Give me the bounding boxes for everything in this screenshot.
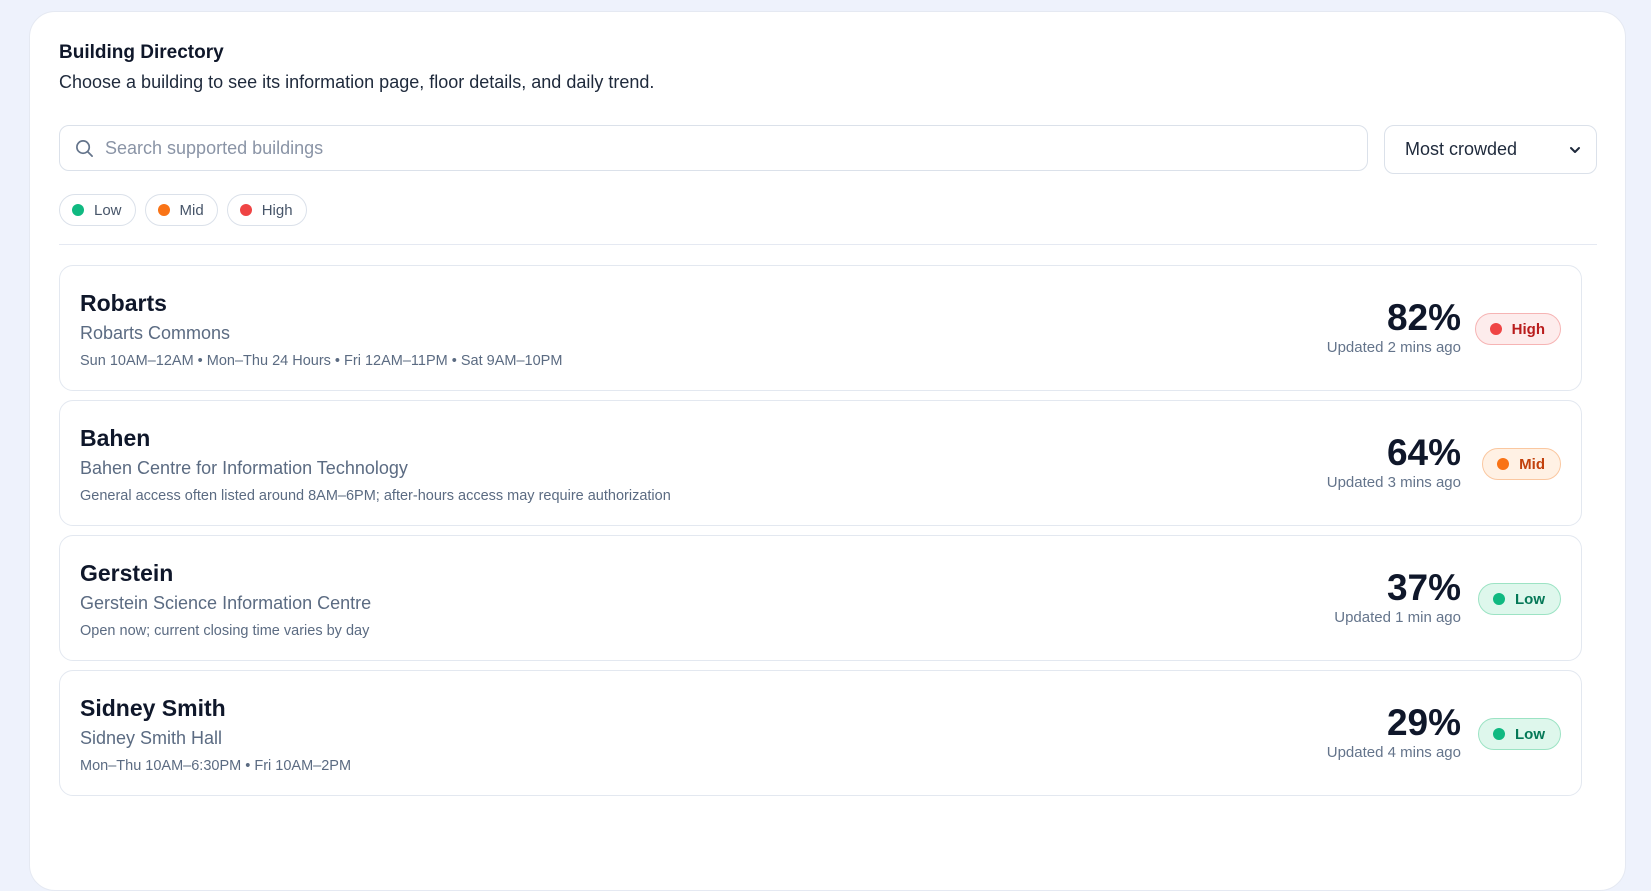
updated-time: Updated 2 mins ago bbox=[1326, 339, 1461, 356]
status-badge: Low bbox=[1478, 718, 1561, 750]
building-card-sidney-smith[interactable]: Sidney Smith Sidney Smith Hall Mon–Thu 1… bbox=[59, 670, 1582, 796]
legend-chip-low[interactable]: Low bbox=[59, 194, 136, 226]
updated-time: Updated 4 mins ago bbox=[1326, 744, 1461, 761]
occupancy-percent: 82% bbox=[1386, 297, 1461, 338]
building-name: Bahen bbox=[80, 425, 151, 451]
legend-chip-mid[interactable]: Mid bbox=[144, 194, 218, 226]
status-label: High bbox=[1511, 320, 1545, 338]
occupancy-stat: 37% Updated 1 min ago bbox=[1334, 567, 1461, 627]
status-label: Low bbox=[1515, 725, 1545, 743]
building-full-name: Gerstein Science Information Centre bbox=[80, 593, 372, 613]
occupancy-stat: 29% Updated 4 mins ago bbox=[1326, 702, 1461, 762]
updated-time: Updated 3 mins ago bbox=[1326, 474, 1461, 491]
status-badge: Mid bbox=[1482, 448, 1561, 480]
building-name: Sidney Smith bbox=[80, 695, 226, 721]
status-dot bbox=[1489, 323, 1502, 335]
status-label: Mid bbox=[1519, 455, 1545, 473]
occupancy-percent: 37% bbox=[1386, 567, 1461, 608]
occupancy-stat: 64% Updated 3 mins ago bbox=[1326, 432, 1461, 492]
legend-chip-high[interactable]: High bbox=[226, 194, 307, 226]
legend-dot-high bbox=[239, 204, 252, 216]
legend-label-mid: Mid bbox=[179, 201, 204, 219]
building-name: Robarts bbox=[80, 290, 167, 316]
status-label: Low bbox=[1515, 590, 1545, 608]
chevron-down-icon bbox=[1570, 146, 1580, 153]
building-hours: Open now; current closing time varies by… bbox=[80, 623, 370, 639]
legend-dot-low bbox=[72, 204, 84, 216]
status-dot bbox=[1497, 458, 1510, 470]
sort-selected-value: Most crowded bbox=[1405, 139, 1518, 159]
legend-dot-mid bbox=[157, 204, 170, 216]
building-full-name: Bahen Centre for Information Technology bbox=[80, 458, 408, 478]
building-full-name: Robarts Commons bbox=[80, 323, 231, 343]
building-name: Gerstein bbox=[80, 560, 174, 586]
page-subtitle: Choose a building to see its information… bbox=[59, 72, 655, 92]
updated-time: Updated 1 min ago bbox=[1334, 609, 1461, 626]
crowd-level-legend: Low Mid High bbox=[59, 194, 307, 226]
occupancy-percent: 64% bbox=[1386, 432, 1461, 473]
building-hours: Sun 10AM–12AM • Mon–Thu 24 Hours • Fri 1… bbox=[80, 353, 563, 369]
building-hours: Mon–Thu 10AM–6:30PM • Fri 10AM–2PM bbox=[80, 758, 352, 774]
building-card-gerstein[interactable]: Gerstein Gerstein Science Information Ce… bbox=[59, 535, 1582, 661]
directory-panel: Building Directory Choose a building to … bbox=[29, 11, 1626, 891]
legend-label-high: High bbox=[261, 201, 293, 219]
status-dot bbox=[1493, 728, 1505, 740]
status-badge: High bbox=[1474, 313, 1561, 345]
status-badge: Low bbox=[1478, 583, 1561, 615]
sort-select[interactable]: Most crowded bbox=[1384, 125, 1597, 174]
building-full-name: Sidney Smith Hall bbox=[80, 728, 223, 748]
building-card-bahen[interactable]: Bahen Bahen Centre for Information Techn… bbox=[59, 400, 1582, 526]
occupancy-percent: 29% bbox=[1386, 702, 1461, 743]
status-dot bbox=[1493, 593, 1505, 605]
search-box[interactable] bbox=[59, 125, 1368, 171]
building-card-robarts[interactable]: Robarts Robarts Commons Sun 10AM–12AM • … bbox=[59, 265, 1582, 391]
search-icon bbox=[76, 139, 93, 157]
occupancy-stat: 82% Updated 2 mins ago bbox=[1326, 297, 1461, 357]
search-input[interactable] bbox=[105, 137, 1305, 159]
building-hours: General access often listed around 8AM–6… bbox=[80, 488, 671, 504]
page-title: Building Directory bbox=[59, 42, 224, 63]
divider bbox=[59, 244, 1597, 245]
legend-label-low: Low bbox=[94, 201, 122, 219]
